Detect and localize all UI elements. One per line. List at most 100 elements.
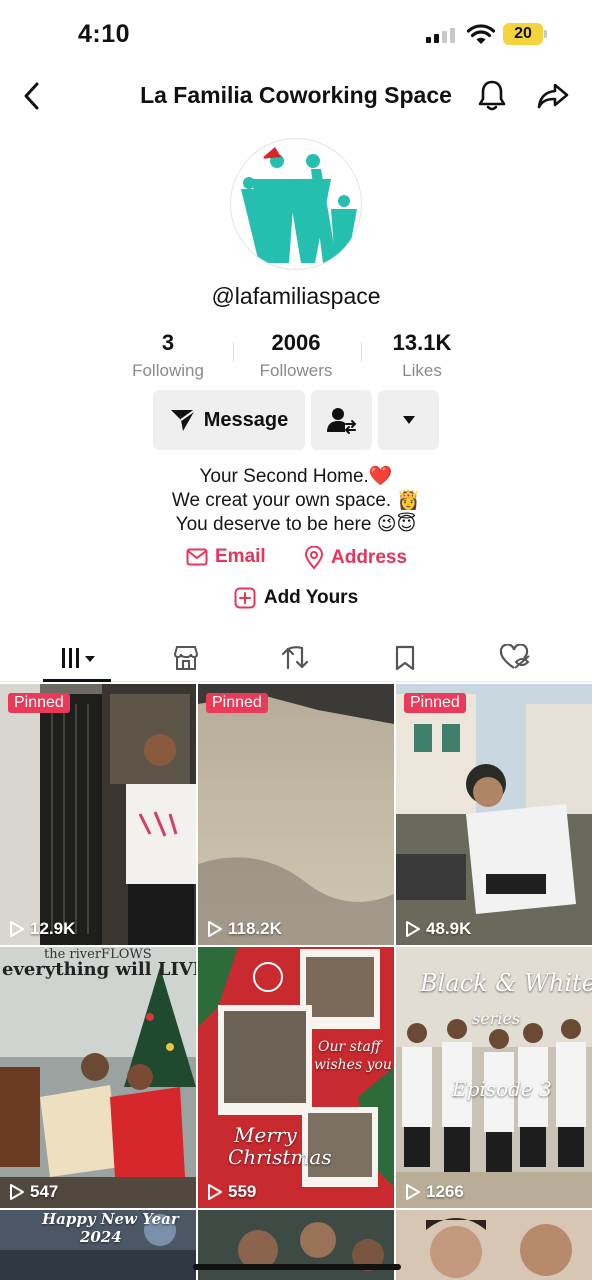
play-outline-icon [208,921,222,937]
tab-videos[interactable] [49,640,109,676]
video-tile[interactable]: the riverFLOWS everything will LIVE 547 [0,947,196,1208]
share-button[interactable] [534,76,572,116]
overlay-text: 2024 [80,1228,122,1246]
add-yours-label: Add Yours [263,587,359,608]
view-count-value: 12.9K [30,919,76,938]
video-tile[interactable]: Black & White series Episode 3 1266 [396,947,592,1208]
stat-followers[interactable]: 2006 Followers [231,330,361,381]
play-outline-icon [406,1184,420,1200]
overlay-text: everything will LIVE [2,959,196,980]
overlay-text: Christmas [228,1145,332,1169]
suggested-accounts-button[interactable] [311,390,372,450]
video-thumbnail [396,684,592,945]
profile-stats: 3 Following 2006 Followers 13.1K Likes [0,330,592,386]
share-arrow-icon [537,83,569,109]
view-count: 12.9K [9,919,75,939]
address-link-label: Address [331,547,408,568]
view-count-value: 547 [30,1182,59,1201]
view-count-value: 118.2K [228,919,282,938]
overlay-text: wishes you [314,1057,392,1073]
cellular-signal-icon [426,27,455,43]
video-tile[interactable]: Happy New Year 2024 [0,1210,196,1280]
profile-header: La Familia Coworking Space [0,70,592,122]
play-outline-icon [208,1184,222,1200]
pinned-badge: Pinned [404,693,466,713]
overlay-text: Merry [234,1123,297,1147]
play-outline-icon [10,1184,24,1200]
plus-square-icon [234,587,256,609]
video-tile[interactable]: Our staff wishes you Merry Christmas 559 [198,947,394,1208]
view-count: 118.2K [207,919,282,939]
video-tile[interactable] [396,1210,592,1280]
stat-value: 3 [161,330,175,355]
stat-following[interactable]: 3 Following [103,330,233,381]
la-familia-logo [241,147,357,263]
profile-username: @lafamiliaspace [211,283,381,309]
back-button[interactable] [14,76,50,116]
stat-label: Likes [402,361,442,380]
more-options-dropdown[interactable] [378,390,439,450]
mail-icon [186,548,208,566]
video-thumbnail [396,1210,592,1280]
play-outline-icon [10,921,24,937]
stat-value: 13.1K [392,330,452,355]
home-indicator[interactable] [193,1264,401,1270]
bio-line: You deserve to be here 😉😇 [175,514,417,535]
shop-icon [173,646,199,670]
message-button[interactable]: Message [153,390,305,450]
email-link-label: Email [215,546,266,567]
video-tile[interactable]: Pinned 48.9K [396,684,592,945]
grid-bars-icon [62,648,95,668]
video-thumbnail [198,684,394,945]
active-tab-indicator [43,679,111,682]
wifi-icon [466,24,496,44]
bookmark-icon [395,645,415,671]
view-count: 547 [9,1182,58,1202]
page-title: La Familia Coworking Space [140,82,452,108]
profile-tabs [0,634,592,682]
stat-likes[interactable]: 13.1K Likes [357,330,487,381]
battery-indicator: 20 [503,23,543,45]
pinned-badge: Pinned [8,693,70,713]
stat-value: 2006 [271,330,321,355]
video-tile[interactable]: Pinned 12.9K [0,684,196,945]
hidden-heart-icon [499,644,530,669]
video-thumbnail [0,947,196,1208]
view-count: 48.9K [405,919,471,939]
location-pin-icon [304,546,324,570]
add-yours-button[interactable]: Add Yours [0,587,592,609]
pinned-badge: Pinned [206,693,268,713]
repost-icon [281,646,309,670]
profile-links: Email Address [0,546,592,574]
view-count-value: 48.9K [426,919,472,938]
bio-line: We creat your own space. 👸 [171,490,421,511]
play-outline-icon [406,921,420,937]
video-tile[interactable]: Pinned 118.2K [198,684,394,945]
bell-icon [478,80,506,111]
message-button-label: Message [203,408,289,431]
overlay-text: series [472,1009,521,1028]
send-icon [170,409,196,431]
view-count: 559 [207,1182,256,1202]
notification-button[interactable] [474,76,510,116]
view-count-value: 1266 [426,1182,464,1201]
video-thumbnail [0,684,196,945]
battery-nub [544,30,547,38]
stat-label: Following [132,361,204,380]
battery-level: 20 [514,25,532,42]
overlay-text: Black & White [420,969,592,997]
overlay-text: Episode 3 [452,1077,552,1101]
avatar[interactable] [230,138,362,270]
tab-shop[interactable] [156,640,216,676]
profile-actions: Message [0,390,592,450]
address-link[interactable]: Address [304,546,407,570]
status-time: 4:10 [78,20,131,48]
profile-bio: Your Second Home.❤️ We creat your own sp… [0,465,592,537]
tab-reposts[interactable] [265,640,325,676]
tab-saved[interactable] [375,640,435,676]
user-swap-icon [326,408,356,434]
tab-liked[interactable] [485,640,545,676]
email-link[interactable]: Email [186,546,266,568]
overlay-text: Happy New Year [42,1210,179,1228]
caret-down-icon [402,416,415,424]
